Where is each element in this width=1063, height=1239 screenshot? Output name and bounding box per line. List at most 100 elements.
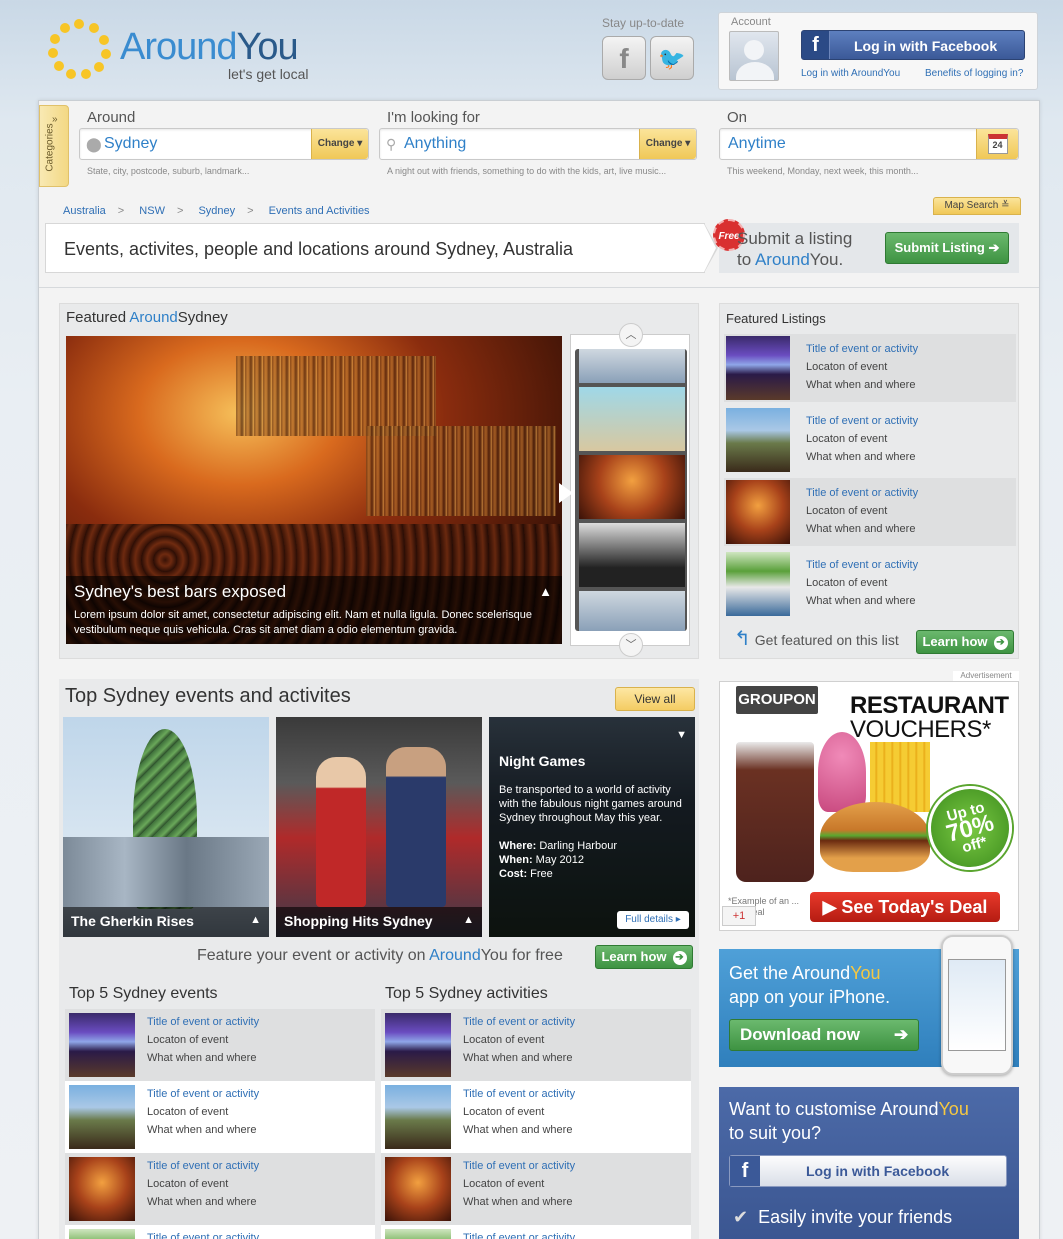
thumbnail-carousel: ︿ ﹀	[559, 323, 690, 657]
looking-input[interactable]: ⚲ Anything Change ▾	[379, 128, 697, 160]
table-row[interactable]: Title of event or activity Locaton of eve…	[381, 1009, 691, 1081]
listing-title[interactable]: Title of event or activity	[463, 1013, 575, 1031]
categories-tab[interactable]: » Categories	[39, 105, 69, 187]
caption-toggle-icon[interactable]: ▲	[250, 914, 261, 926]
around-input[interactable]: ⬤ Sydney Change ▾	[79, 128, 369, 160]
listing-location: Locaton of event	[147, 1034, 229, 1046]
thumbnail[interactable]	[579, 591, 685, 631]
listing-title[interactable]: Title of event or activity	[806, 340, 918, 358]
location-pin-icon: ⬤	[86, 136, 102, 152]
table-row[interactable]: Title of event or activity	[381, 1225, 691, 1239]
table-row[interactable]: Title of event or activity Locaton of eve…	[65, 1009, 375, 1081]
submit-text: Submit a listing to AroundYou.	[737, 228, 852, 270]
hero-image[interactable]: Sydney's best bars exposed Lorem ipsum d…	[66, 336, 562, 644]
view-all-button[interactable]: View all	[615, 687, 695, 711]
chevron-down-icon[interactable]: ▼	[676, 729, 687, 741]
tagline: let's get local	[228, 66, 309, 82]
around-value: Sydney	[104, 135, 158, 152]
listing-title[interactable]: Title of event or activity	[806, 484, 918, 502]
thumbnail[interactable]	[579, 387, 685, 451]
arrow-right-icon: ➔	[988, 240, 1000, 255]
see-deal-button[interactable]: ▶ See Today's Deal	[810, 892, 1000, 922]
chevron-down-icon[interactable]: ﹀	[619, 633, 643, 657]
table-row[interactable]: Title of event or activity Locaton of eve…	[381, 1081, 691, 1153]
listing-when: What when and where	[463, 1124, 573, 1136]
groupon-ad[interactable]: GROUPON RESTAURANT VOUCHERS* Up to 70% off…	[719, 681, 1019, 931]
thumbnail[interactable]	[579, 523, 685, 587]
caption-toggle-icon[interactable]: ▲	[539, 584, 552, 599]
featured-title: Featured AroundSydney	[66, 309, 228, 326]
drink-image	[736, 742, 814, 882]
submit-brand-b: You.	[809, 250, 844, 269]
hero-caption: Sydney's best bars exposed Lorem ipsum d…	[66, 576, 562, 644]
breadcrumb-australia[interactable]: Australia	[63, 205, 106, 217]
search-icon: ⚲	[386, 136, 397, 152]
customise-text: Want to customise AroundYou to suit you?	[729, 1097, 969, 1145]
breadcrumb-sydney[interactable]: Sydney	[198, 205, 235, 217]
learn-how-button[interactable]: Learn how ➔	[916, 630, 1014, 654]
table-row[interactable]: Title of event or activity Locaton of eve…	[381, 1153, 691, 1225]
ad-subheadline: VOUCHERS*	[850, 716, 991, 743]
google-plus-button[interactable]: +1	[722, 906, 756, 926]
table-row[interactable]: Title of event or activity Locaton of eve…	[65, 1081, 375, 1153]
top-events-title: Top Sydney events and activites	[65, 685, 351, 707]
listing-title[interactable]: Title of event or activity	[147, 1157, 259, 1175]
list-item[interactable]: Title of event or activity Locaton of eve…	[724, 334, 1016, 402]
thumbnail[interactable]	[579, 349, 685, 383]
listing-title[interactable]: Title of event or activity	[147, 1229, 259, 1239]
list-item[interactable]: Title of event or activity Locaton of eve…	[724, 550, 1016, 618]
thumbnail[interactable]	[579, 455, 685, 519]
avatar	[729, 31, 779, 81]
listing-title[interactable]: Title of event or activity	[806, 412, 918, 430]
map-search-tab[interactable]: Map Search ≚	[933, 197, 1021, 215]
download-label: Download now	[740, 1025, 860, 1044]
download-now-button[interactable]: Download now ➔	[729, 1019, 919, 1051]
listing-title[interactable]: Title of event or activity	[147, 1013, 259, 1031]
around-change-button[interactable]: Change ▾	[311, 129, 368, 159]
aroundyou-login-link[interactable]: Log in with AroundYou	[801, 68, 900, 79]
listing-title[interactable]: Title of event or activity	[806, 556, 918, 574]
burger-image	[820, 802, 930, 872]
table-row[interactable]: Title of event or activity	[65, 1225, 375, 1239]
listing-title[interactable]: Title of event or activity	[463, 1085, 575, 1103]
chevron-up-icon[interactable]: ︿	[619, 323, 643, 347]
breadcrumb-nsw[interactable]: NSW	[139, 205, 165, 217]
facebook-login-button[interactable]: f Log in with Facebook	[729, 1155, 1007, 1187]
table-row[interactable]: Title of event or activity Locaton of eve…	[65, 1153, 375, 1225]
see-deal-label: See Today's Deal	[841, 897, 988, 917]
on-label: On	[727, 109, 748, 126]
calendar-button[interactable]: 24	[976, 129, 1018, 159]
on-input[interactable]: Anytime 24	[719, 128, 1019, 160]
listing-location: Locaton of event	[147, 1178, 229, 1190]
event-tile-shopping[interactable]: Shopping Hits Sydney ▲	[276, 717, 482, 937]
night-games-info: Where: Darling Harbour When: May 2012 Co…	[499, 839, 685, 881]
facebook-icon: f	[802, 31, 830, 59]
looking-change-button[interactable]: Change ▾	[639, 129, 696, 159]
listing-image	[385, 1157, 451, 1221]
event-tile-night-games[interactable]: ▼ Night Games Be transported to a world …	[489, 717, 695, 937]
logo[interactable]: AroundYou let's get local	[44, 14, 334, 84]
listing-title[interactable]: Title of event or activity	[147, 1085, 259, 1103]
submit-listing-button[interactable]: Submit Listing ➔	[885, 232, 1009, 264]
facebook-icon[interactable]: f	[602, 36, 646, 80]
listing-title[interactable]: Title of event or activity	[463, 1229, 575, 1239]
learn-how-button[interactable]: Learn how ➔	[595, 945, 693, 969]
tile-caption-text: The Gherkin Rises	[71, 913, 194, 929]
listing-image	[69, 1229, 135, 1239]
account-label: Account	[731, 16, 771, 28]
full-details-button[interactable]: Full details ▸	[617, 911, 689, 929]
listing-location: Locaton of event	[806, 505, 888, 517]
listing-title[interactable]: Title of event or activity	[463, 1157, 575, 1175]
list-item[interactable]: Title of event or activity Locaton of eve…	[724, 478, 1016, 546]
search-bar: Around ⬤ Sydney Change ▾ State, city, po…	[79, 101, 1039, 191]
facebook-login-button[interactable]: f Log in with Facebook	[801, 30, 1025, 60]
sun-logo-icon	[48, 19, 111, 79]
breadcrumb-events[interactable]: Events and Activities	[269, 205, 370, 217]
listing-image	[726, 336, 790, 400]
benefits-link[interactable]: Benefits of logging in?	[925, 68, 1023, 79]
twitter-icon[interactable]: 🐦	[650, 36, 694, 80]
list-item[interactable]: Title of event or activity Locaton of eve…	[724, 406, 1016, 474]
event-tile-gherkin[interactable]: The Gherkin Rises ▲	[63, 717, 269, 937]
caption-toggle-icon[interactable]: ▲	[463, 914, 474, 926]
submit-line2: to	[737, 250, 755, 269]
